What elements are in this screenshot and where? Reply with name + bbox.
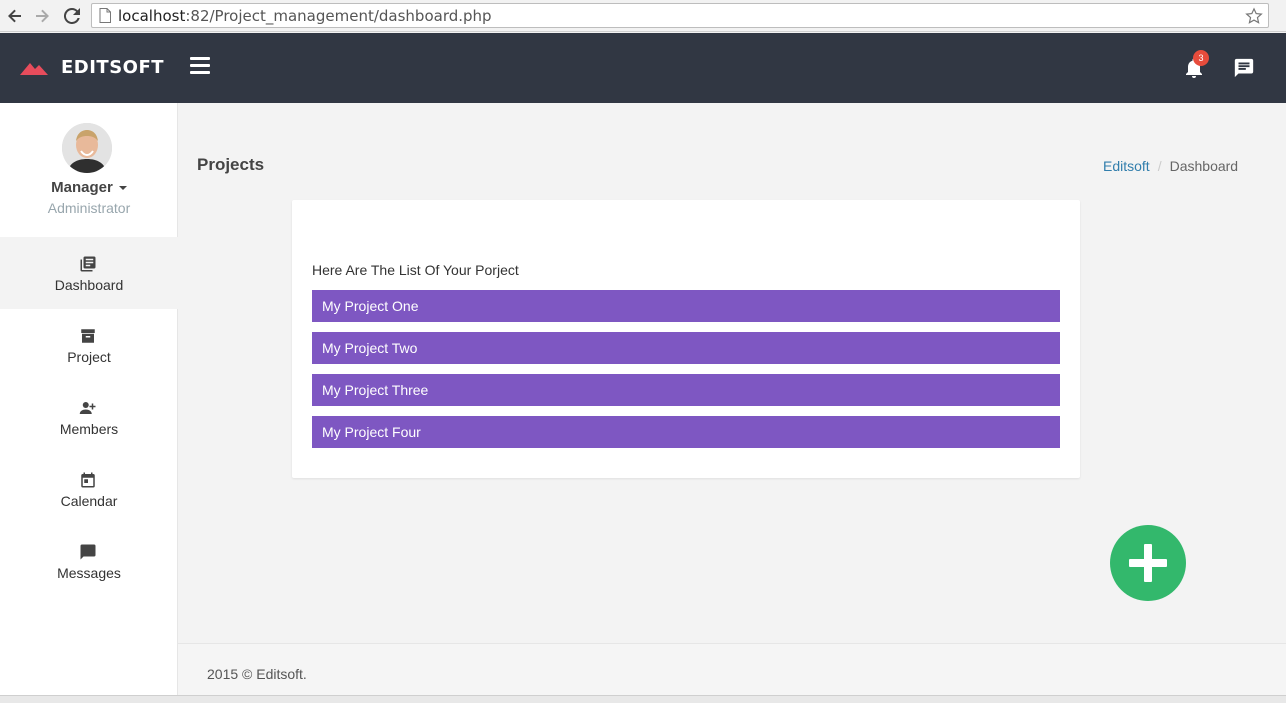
url-host: localhost	[118, 6, 186, 25]
brand-logo[interactable]: EDITSOFT	[20, 57, 164, 78]
user-role: Administrator	[47, 200, 131, 216]
calendar-icon	[81, 472, 95, 488]
user-menu-toggle[interactable]: Manager	[0, 179, 178, 196]
sidebar-item-label: Project	[67, 349, 111, 365]
forward-button[interactable]	[31, 5, 53, 27]
mountain-logo-icon	[20, 62, 48, 75]
project-item[interactable]: My Project One	[312, 290, 1060, 322]
notification-count-badge: 3	[1193, 50, 1209, 66]
sidebar-item-label: Messages	[57, 565, 121, 581]
projects-intro-text: Here Are The List Of Your Porject	[312, 262, 519, 278]
back-button[interactable]	[4, 5, 26, 27]
address-bar[interactable]: localhost:82/Project_management/dashboar…	[91, 3, 1269, 28]
projects-card: Here Are The List Of Your Porject My Pro…	[292, 200, 1080, 478]
url-path: :82/Project_management/dashboard.php	[185, 6, 492, 25]
user-plus-icon	[79, 402, 96, 414]
avatar[interactable]	[62, 123, 112, 173]
user-name: Manager	[51, 179, 113, 196]
hamburger-icon-bar	[190, 64, 210, 67]
breadcrumb-link-editsoft[interactable]: Editsoft	[1103, 158, 1150, 174]
reload-button[interactable]	[61, 5, 83, 27]
page-title: Projects	[197, 155, 265, 174]
caret-down-icon	[118, 186, 127, 191]
breadcrumb-separator: /	[1157, 158, 1162, 174]
sidebar-item-dashboard[interactable]: Dashboard	[0, 237, 178, 309]
project-item[interactable]: My Project Two	[312, 332, 1060, 364]
footer-copyright: 2015 © Editsoft.	[207, 666, 307, 682]
sidebar-item-calendar[interactable]: Calendar	[0, 453, 178, 525]
page-icon	[98, 8, 112, 24]
project-item[interactable]: My Project Four	[312, 416, 1060, 448]
messages-button[interactable]	[1233, 57, 1255, 79]
breadcrumb: Editsoft / Dashboard	[1103, 158, 1238, 174]
add-project-button[interactable]	[1110, 525, 1186, 601]
sidebar-item-label: Members	[59, 421, 119, 437]
arrow-right-icon	[36, 9, 49, 23]
browser-status-strip	[0, 695, 1286, 703]
reload-icon	[64, 8, 80, 24]
sidebar-item-project[interactable]: Project	[0, 309, 178, 381]
sidebar-item-label: Calendar	[60, 493, 118, 509]
browser-toolbar: localhost:82/Project_management/dashboar…	[0, 0, 1286, 32]
sidebar-item-label: Dashboard	[54, 277, 124, 293]
hamburger-icon	[190, 57, 210, 60]
user-photo	[62, 123, 112, 173]
breadcrumb-current: Dashboard	[1169, 158, 1239, 174]
menu-toggle-button[interactable]	[190, 57, 212, 79]
hamburger-icon-bar	[190, 71, 210, 74]
sidebar: Manager Administrator Dashboard Project …	[0, 103, 178, 703]
sidebar-item-members[interactable]: Members	[0, 381, 178, 453]
plus-icon-bar	[1144, 544, 1152, 582]
arrow-left-icon	[8, 9, 21, 23]
footer: 2015 © Editsoft.	[178, 643, 1286, 703]
dashboard-icon	[80, 256, 96, 272]
project-item[interactable]: My Project Three	[312, 374, 1060, 406]
bookmark-star-icon[interactable]	[1244, 6, 1264, 26]
sidebar-item-messages[interactable]: Messages	[0, 525, 178, 597]
chat-icon	[1234, 58, 1254, 78]
archive-icon	[81, 329, 95, 343]
url-text: localhost:82/Project_management/dashboar…	[118, 7, 492, 25]
brand-name: EDITSOFT	[61, 57, 165, 78]
topbar: EDITSOFT	[0, 33, 1286, 103]
message-icon	[80, 544, 96, 560]
